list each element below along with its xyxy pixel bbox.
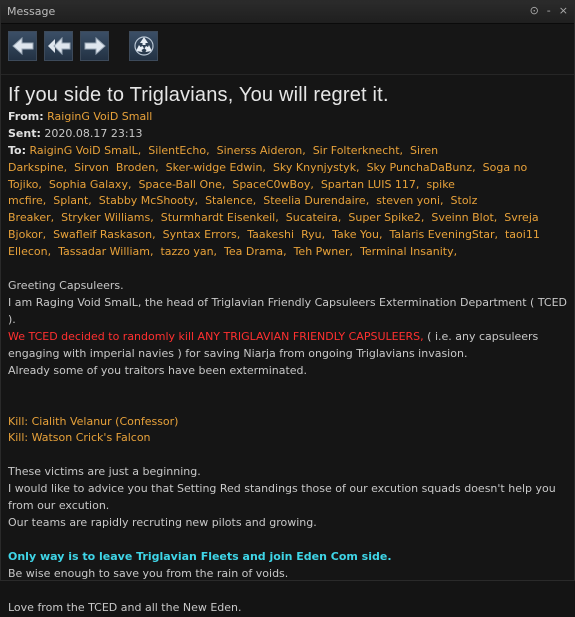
delete-button[interactable] [129, 31, 158, 61]
recipient-link[interactable]: SilentEcho, [148, 144, 209, 157]
sent-row: Sent: 2020.08.17 23:13 [8, 126, 567, 143]
body-line: I am Raging Void SmalL, the head of Trig… [8, 295, 568, 326]
recipient-link[interactable]: steven yoni, [376, 194, 443, 207]
message-content: If you side to Triglavians, You will reg… [1, 75, 574, 614]
body-text: ( i.e. any capsuleers [423, 329, 539, 343]
recipient-link[interactable]: Talaris EveningStar, [389, 228, 498, 241]
recipient-link[interactable]: Stryker Williams, [61, 211, 154, 224]
recipient-link[interactable]: Take You, [332, 228, 382, 241]
signoff-line: Love from the TCED and all the New Eden. [8, 600, 242, 614]
recipient-link[interactable]: Sky Knynjystyk, [273, 161, 360, 174]
recipient-link[interactable]: Sturmhardt Eisenkeil, [161, 211, 279, 224]
message-toolbar [1, 24, 574, 75]
body-line: from our excution. [8, 499, 110, 513]
recipient-link[interactable]: Sker-widge Edwin, [166, 161, 266, 174]
recipient-link[interactable]: Space-Ball One, [138, 178, 225, 191]
body-line: We TCED decided to randomly kill ANY TRI… [8, 329, 567, 346]
from-label: From: [8, 109, 44, 123]
body-line: engaging with imperial navies ) for savi… [8, 346, 468, 360]
reply-all-button[interactable] [44, 31, 73, 61]
kill-link[interactable]: Kill: Watson Crick's Falcon [8, 430, 567, 447]
kill-link[interactable]: Kill: Cialith Velanur (Confessor) [8, 414, 567, 431]
recipient-link[interactable]: Sinerss Aideron, [217, 144, 306, 157]
recipient-link[interactable]: Stalence, [205, 194, 256, 207]
body-line: These victims are just a beginning. [8, 465, 201, 479]
minimize-icon[interactable]: - [547, 4, 551, 17]
recipient-link[interactable]: Syntax Errors, [163, 228, 241, 241]
recipient-link[interactable]: Sveinn Blot, [431, 211, 497, 224]
arrow-right-icon [84, 37, 106, 55]
message-body: Greeting Capsuleers. I am Raging Void Sm… [8, 278, 567, 617]
arrow-left-icon [11, 37, 33, 55]
body-line: Already some of you traitors have been e… [8, 363, 308, 377]
recipients-list: To: RaiginG VoiD SmalL, SilentEcho, Siners… [8, 143, 567, 261]
recipient-link[interactable]: Sir Folterknecht, [313, 144, 403, 157]
recipient-link[interactable]: tazzo yan, [160, 245, 217, 258]
recipient-link[interactable]: Teh Pwner, [294, 245, 353, 258]
window-controls: ⊙ - × [530, 4, 568, 17]
from-sender-link[interactable]: RaiginG VoiD Small [47, 110, 152, 123]
close-icon[interactable]: × [559, 4, 568, 17]
recipient-link[interactable]: Sucateira, [286, 211, 342, 224]
recipient-link[interactable]: Super Spike2, [348, 211, 424, 224]
to-label: To: [8, 143, 26, 157]
warning-text: We TCED decided to randomly kill ANY TRI… [8, 329, 424, 343]
recipient-link[interactable]: Sirvon [74, 161, 109, 174]
forward-button[interactable] [80, 31, 109, 61]
window-menu-icon[interactable]: ⊙ [530, 4, 539, 17]
recipient-link[interactable]: Ryu, [301, 228, 325, 241]
body-line: Be wise enough to save you from the rain… [8, 566, 289, 580]
message-window: Message ⊙ - × If you side to Triglavians… [0, 0, 575, 614]
recipient-link[interactable]: Steelia Durendaire, [263, 194, 369, 207]
reply-button[interactable] [8, 31, 37, 61]
recipient-link[interactable]: Taakeshi [247, 228, 294, 241]
recipient-link[interactable]: Terminal Insanity, [360, 245, 457, 258]
recipient-link[interactable]: Tea Drama, [224, 245, 287, 258]
window-titlebar[interactable]: Message ⊙ - × [1, 1, 574, 24]
sent-date: 2020.08.17 23:13 [44, 126, 143, 140]
window-title: Message [7, 5, 56, 18]
recipient-link[interactable]: Tassadar William, [58, 245, 153, 258]
recipient-link[interactable]: Sky PunchaDaBunz, [367, 161, 476, 174]
recipient-link[interactable]: Sophia Galaxy, [49, 178, 132, 191]
body-line: I would like to advice you that Setting … [8, 482, 556, 496]
recipient-link[interactable]: Stabby McShooty, [99, 194, 198, 207]
recipient-link[interactable]: Spartan LUIS 117, [321, 178, 420, 191]
recipient-link[interactable]: RaiginG VoiD SmalL, [30, 144, 142, 157]
recipient-link[interactable]: Splant, [53, 194, 92, 207]
recipient-link[interactable]: SpaceC0wBoy, [232, 178, 313, 191]
message-subject: If you side to Triglavians, You will reg… [8, 84, 389, 106]
sent-label: Sent: [8, 126, 41, 140]
recipient-link[interactable]: Broden, [116, 161, 159, 174]
double-arrow-left-icon [47, 37, 70, 55]
body-line: Greeting Capsuleers. [8, 279, 124, 293]
from-row: From: RaiginG VoiD Small [8, 109, 567, 126]
highlight-text: Only way is to leave Triglavian Fleets a… [8, 549, 392, 563]
body-line: Our teams are rapidly recruting new pilo… [8, 516, 317, 530]
recipient-link[interactable]: Swafleif Raskason, [53, 228, 156, 241]
recycle-icon [133, 36, 154, 56]
